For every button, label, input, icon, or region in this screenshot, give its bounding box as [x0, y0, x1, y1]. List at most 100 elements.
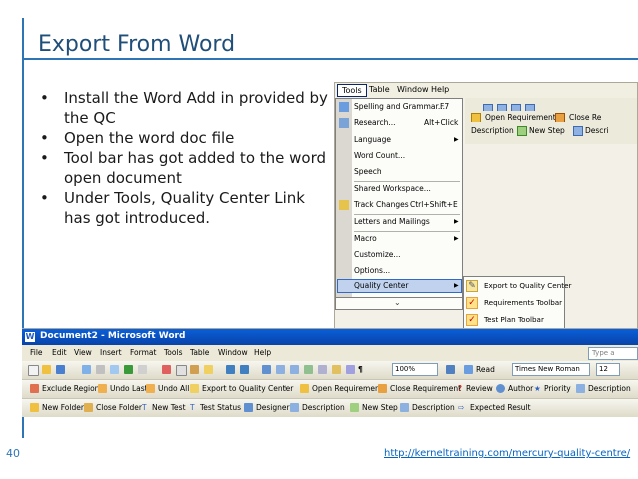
menu-item-research[interactable]: Research...: [354, 118, 396, 127]
help-icon[interactable]: [446, 365, 455, 374]
research-icon[interactable]: [138, 365, 147, 374]
copy-icon[interactable]: [176, 365, 187, 376]
priority-button[interactable]: Priority: [544, 384, 571, 393]
menu-table[interactable]: Table: [190, 348, 209, 357]
format-painter-icon[interactable]: [204, 365, 213, 374]
title-underline: [22, 58, 638, 60]
description-button[interactable]: Description: [471, 126, 514, 135]
expected-result-button[interactable]: Expected Result: [470, 403, 531, 412]
permission-icon[interactable]: [82, 365, 91, 374]
open-icon[interactable]: [42, 365, 51, 374]
menu-item-word-count[interactable]: Word Count...: [354, 151, 405, 160]
menu-tools[interactable]: Tools: [164, 348, 182, 357]
close-folder-icon: [84, 403, 93, 412]
menu-separator: [354, 231, 460, 232]
bullet-item: Under Tools, Quality Center Link has got…: [38, 188, 328, 228]
menu-format[interactable]: Format: [130, 348, 156, 357]
close-requirement-button[interactable]: Close Requirement: [390, 384, 461, 393]
priority-icon: ★: [534, 384, 541, 393]
insert-excel-icon[interactable]: [304, 365, 313, 374]
menu-item-speech[interactable]: Speech: [354, 167, 382, 176]
menu-item-letters-mailings[interactable]: Letters and Mailings: [354, 217, 430, 226]
menu-item-track-changes[interactable]: Track Changes: [354, 200, 409, 209]
show-hide-icon[interactable]: ¶: [358, 365, 363, 374]
insert-table-icon[interactable]: [290, 365, 299, 374]
spelling-icon: [339, 102, 349, 112]
submenu-arrow-icon: ▶: [454, 235, 459, 242]
menu-file[interactable]: File: [30, 348, 43, 357]
new-step-button[interactable]: New Step: [362, 403, 398, 412]
submenu-test-plan-toolbar[interactable]: Test Plan Toolbar: [484, 315, 544, 324]
designer-button[interactable]: Designer: [256, 403, 290, 412]
tools-dropdown: Spelling and Grammar... F7 Research... A…: [335, 98, 463, 298]
menu-item-customize[interactable]: Customize...: [354, 250, 401, 259]
hyperlink-icon[interactable]: [262, 365, 271, 374]
menu-edit[interactable]: Edit: [52, 348, 67, 357]
description-icon: [573, 126, 583, 136]
help-question-input[interactable]: Type a questio: [588, 347, 638, 368]
test-status-button[interactable]: Test Status: [200, 403, 241, 412]
tables-borders-icon[interactable]: [276, 365, 285, 374]
zoom-select[interactable]: 100%: [392, 363, 438, 376]
menu-item-shared-workspace[interactable]: Shared Workspace...: [354, 184, 431, 193]
undo-icon[interactable]: [226, 365, 235, 374]
toolbar-grip[interactable]: ⁞: [284, 384, 286, 393]
submenu-arrow-icon: ▶: [454, 136, 459, 143]
menu-help[interactable]: Help: [427, 84, 453, 95]
font-name-select[interactable]: Times New Roman: [512, 363, 590, 376]
description-button[interactable]: Description: [302, 403, 345, 412]
submenu-requirements-toolbar[interactable]: Requirements Toolbar: [484, 298, 562, 307]
new-test-icon: T: [142, 403, 147, 412]
save-icon[interactable]: [56, 365, 65, 374]
footer-link[interactable]: http://kerneltraining.com/mercury-qualit…: [384, 448, 630, 459]
exclude-region-button[interactable]: Exclude Region: [42, 384, 99, 393]
menu-item-quality-center[interactable]: Quality Center: [354, 281, 408, 290]
description-button[interactable]: Descri: [585, 126, 609, 135]
document-map-icon[interactable]: [346, 365, 355, 374]
menu-window[interactable]: Window: [218, 348, 248, 357]
export-icon: ✎: [466, 280, 478, 292]
paste-icon[interactable]: [190, 365, 199, 374]
redo-icon[interactable]: [240, 365, 249, 374]
read-button[interactable]: Read: [476, 365, 495, 374]
description-button[interactable]: Description: [588, 384, 631, 393]
review-button[interactable]: Review: [466, 384, 493, 393]
print-icon[interactable]: [96, 365, 105, 374]
bullet-item: Tool bar has got added to the word open …: [38, 148, 328, 188]
print-preview-icon[interactable]: [110, 365, 119, 374]
cut-icon[interactable]: [162, 365, 171, 374]
menu-item-macro[interactable]: Macro: [354, 234, 377, 243]
new-test-button[interactable]: New Test: [152, 403, 186, 412]
open-requirement-icon: [300, 384, 309, 393]
menu-item-options[interactable]: Options...: [354, 266, 390, 275]
track-changes-icon: [339, 200, 349, 210]
menu-item-spelling[interactable]: Spelling and Grammar...: [354, 102, 445, 111]
menu-help[interactable]: Help: [254, 348, 271, 357]
font-size-select[interactable]: 12: [596, 363, 620, 376]
test-toolbar-fragment: Description New Step Descri: [465, 122, 637, 144]
expand-chevron-icon: ⌄: [394, 298, 401, 307]
drawing-icon[interactable]: [332, 365, 341, 374]
close-folder-button[interactable]: Close Folder: [96, 403, 142, 412]
description-button[interactable]: Description: [412, 403, 455, 412]
menu-view[interactable]: View: [74, 348, 92, 357]
new-folder-button[interactable]: New Folder: [42, 403, 84, 412]
menu-item-language[interactable]: Language: [354, 135, 391, 144]
close-requirement-button[interactable]: Close Re: [569, 113, 601, 122]
export-to-qc-button[interactable]: Export to Quality Center: [202, 384, 293, 393]
spelling-icon[interactable]: [124, 365, 133, 374]
undo-last-button[interactable]: Undo Last: [110, 384, 148, 393]
columns-icon[interactable]: [318, 365, 327, 374]
author-button[interactable]: Author: [508, 384, 533, 393]
menu-expand-row[interactable]: ⌄: [335, 298, 463, 310]
new-document-icon[interactable]: [28, 365, 39, 376]
menu-table[interactable]: Table: [365, 84, 394, 95]
bullet-item: Install the Word Add in provided by the …: [38, 88, 328, 128]
menu-insert[interactable]: Insert: [100, 348, 122, 357]
open-requirement-button[interactable]: Open Requirement: [485, 113, 556, 122]
new-step-button[interactable]: New Step: [529, 126, 565, 135]
undo-all-button[interactable]: Undo All: [158, 384, 189, 393]
submenu-export-to-qc[interactable]: Export to Quality Center: [484, 281, 571, 290]
open-requirement-button[interactable]: Open Requirement: [312, 384, 383, 393]
menu-tools[interactable]: Tools: [337, 84, 367, 97]
